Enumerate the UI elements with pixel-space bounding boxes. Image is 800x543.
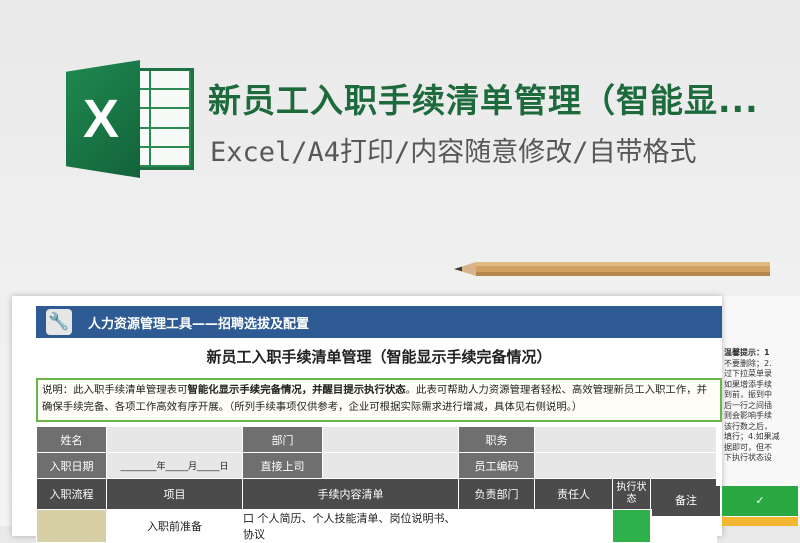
extra-columns: 备注 ✓ [652, 486, 800, 526]
remark-cell[interactable] [652, 517, 720, 526]
status-cell [612, 509, 651, 543]
side-note-line: 则会影响手续 [724, 411, 772, 420]
col-item: 项目 [106, 478, 243, 510]
side-note-line: 后一行之间插 [724, 400, 772, 410]
col-remark: 备注 [652, 486, 720, 516]
side-note-line: 填行；4.如果减 [724, 432, 780, 441]
entry-date-label: 入职日期 [36, 452, 107, 479]
col-dept: 负责部门 [458, 478, 535, 510]
side-note-line: 不要删除；2. [724, 358, 772, 368]
position-label: 职务 [458, 426, 535, 453]
side-note-line: 如果增添手续 [724, 379, 772, 389]
emp-id-label: 员工编码 [458, 452, 535, 479]
side-note-line: 过下拉菜单录 [724, 369, 772, 378]
excel-logo-icon: X [66, 60, 194, 178]
spreadsheet-preview: 🔧 人力资源管理工具——招聘选拔及配置 新员工入职手续清单管理（智能显示手续完备… [12, 296, 722, 543]
item-cell: 入职前准备 [106, 509, 243, 543]
page-subtitle: Excel/A4打印/内容随意修改/自带格式 [210, 137, 697, 168]
band-title: 人力资源管理工具——招聘选拔及配置 [88, 316, 310, 332]
column-header-row: 入职流程 项目 手续内容清单 负责部门 责任人 执行状态 签字 [36, 478, 717, 510]
supervisor-label: 直接上司 [242, 452, 323, 479]
info-row: 入职日期 ________年_____月_____日 直接上司 员工编码 [36, 452, 717, 479]
check-status-cell [722, 517, 798, 526]
table-row: 入职前准备 口 个人简历、个人技能清单、岗位说明书、协议 [36, 509, 717, 543]
description-note: 说明：此入职手续清单管理表可智能化显示手续完备情况，并醒目提示执行状态。此表可帮… [36, 378, 722, 422]
owner-cell[interactable] [534, 509, 613, 543]
name-label: 姓名 [36, 426, 107, 453]
excel-x-badge: X [66, 60, 140, 178]
wrench-icon: 🔧 [46, 309, 72, 335]
note-prefix: 说明：此入职手续清单管理表可 [42, 384, 188, 396]
checklist-table: 姓名 部门 职务 入职日期 ________年_____月_____日 直接上司… [36, 426, 717, 543]
page-title: 新员工入职手续清单管理（智能显... [208, 81, 759, 120]
entry-date-input[interactable]: ________年_____月_____日 [106, 452, 243, 479]
pencil-icon [454, 262, 770, 276]
col-owner: 责任人 [534, 478, 613, 510]
excel-x-letter: X [82, 89, 120, 149]
info-row: 姓名 部门 职务 [36, 426, 717, 453]
dept-input[interactable] [322, 426, 459, 453]
header-band: 🔧 人力资源管理工具——招聘选拔及配置 [36, 306, 722, 338]
side-note-line: 下执行状态设 [724, 453, 772, 462]
name-input[interactable] [106, 426, 243, 453]
document-title: 新员工入职手续清单管理（智能显示手续完备情况） [206, 348, 552, 366]
content-cell: 口 个人简历、个人技能清单、岗位说明书、协议 [242, 509, 459, 543]
dept-cell[interactable] [458, 509, 535, 543]
dept-label: 部门 [242, 426, 323, 453]
col-flow: 入职流程 [36, 478, 107, 510]
flow-cell [36, 509, 107, 543]
side-note-line: 该行数之后， [724, 421, 772, 431]
side-note-line: 据即可，但不 [724, 442, 772, 452]
side-notes-title: 温馨提示：1 [724, 348, 770, 357]
supervisor-input[interactable] [322, 452, 459, 479]
col-content: 手续内容清单 [242, 478, 459, 510]
emp-id-input[interactable] [534, 452, 717, 479]
position-input[interactable] [534, 426, 717, 453]
col-status: 执行状态 [612, 478, 651, 510]
col-check: ✓ [722, 486, 798, 516]
side-note-line: 到前，振到中 [724, 390, 772, 399]
note-highlight: 智能化显示手续完备情况，并醒目提示执行状态 [187, 384, 406, 396]
